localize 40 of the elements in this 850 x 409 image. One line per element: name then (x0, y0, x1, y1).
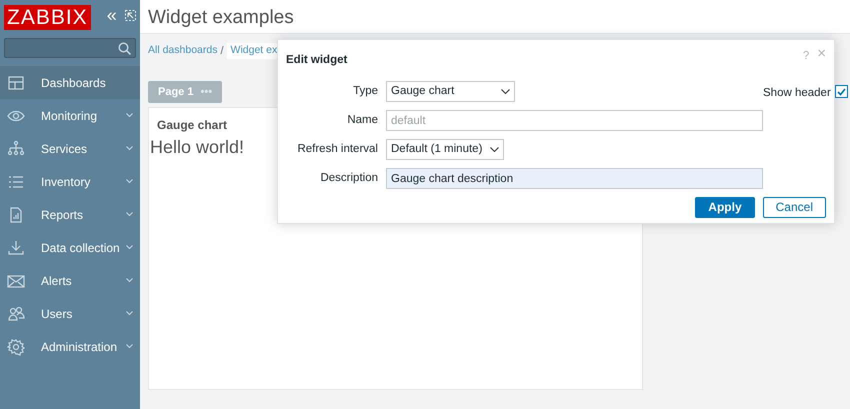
logo: ZABBIX (4, 5, 91, 30)
users-icon (7, 304, 25, 322)
search-field[interactable] (4, 38, 136, 58)
page-tab[interactable]: Page 1 ••• (148, 80, 222, 103)
gear-icon (7, 338, 25, 356)
caret-icon (490, 147, 499, 152)
expand-icon[interactable] (124, 10, 136, 20)
dialog-title: Edit widget (286, 53, 348, 68)
dropdown[interactable]: Gauge chart (386, 81, 515, 102)
field-label: Name (346, 113, 378, 128)
nav-item[interactable]: Monitoring (0, 99, 140, 132)
download-icon (7, 238, 25, 256)
nav-item[interactable]: Alerts (0, 264, 140, 297)
nav-item[interactable]: Users (0, 297, 140, 330)
nav-item[interactable]: Administration (0, 330, 140, 363)
checkbox-label: Show header (763, 86, 831, 102)
widget-title: Gauge chart (157, 117, 228, 134)
caret-icon (501, 89, 510, 94)
breadcrumb-link[interactable]: All dashboards (148, 43, 218, 60)
input-field[interactable]: Gauge chart description (386, 168, 763, 190)
checkbox[interactable] (834, 85, 848, 98)
field-label: Type (352, 84, 378, 100)
apply-button[interactable]: Apply (695, 197, 755, 218)
nav-item[interactable]: Reports (0, 198, 140, 231)
collapse-button[interactable]: « (106, 2, 117, 28)
search-icon[interactable] (118, 42, 131, 54)
nav-item[interactable]: Dashboards (0, 66, 140, 99)
dashboard-icon (7, 74, 25, 92)
nav-item[interactable]: Inventory (0, 165, 140, 198)
cancel-button[interactable]: Cancel (762, 197, 826, 218)
nav-item[interactable]: Data collection (0, 231, 140, 264)
field-label: Refresh interval (296, 142, 378, 158)
dropdown[interactable]: Default (1 minute) (386, 139, 504, 160)
page-title: Widget examples (140, 0, 850, 34)
input-field[interactable]: default (386, 110, 763, 132)
nav-item[interactable]: Services (0, 132, 140, 165)
separator: / (220, 44, 224, 59)
hierarchy-icon (7, 140, 25, 158)
field-label: Description (319, 171, 378, 186)
widget-text: Hello world! (150, 136, 244, 159)
